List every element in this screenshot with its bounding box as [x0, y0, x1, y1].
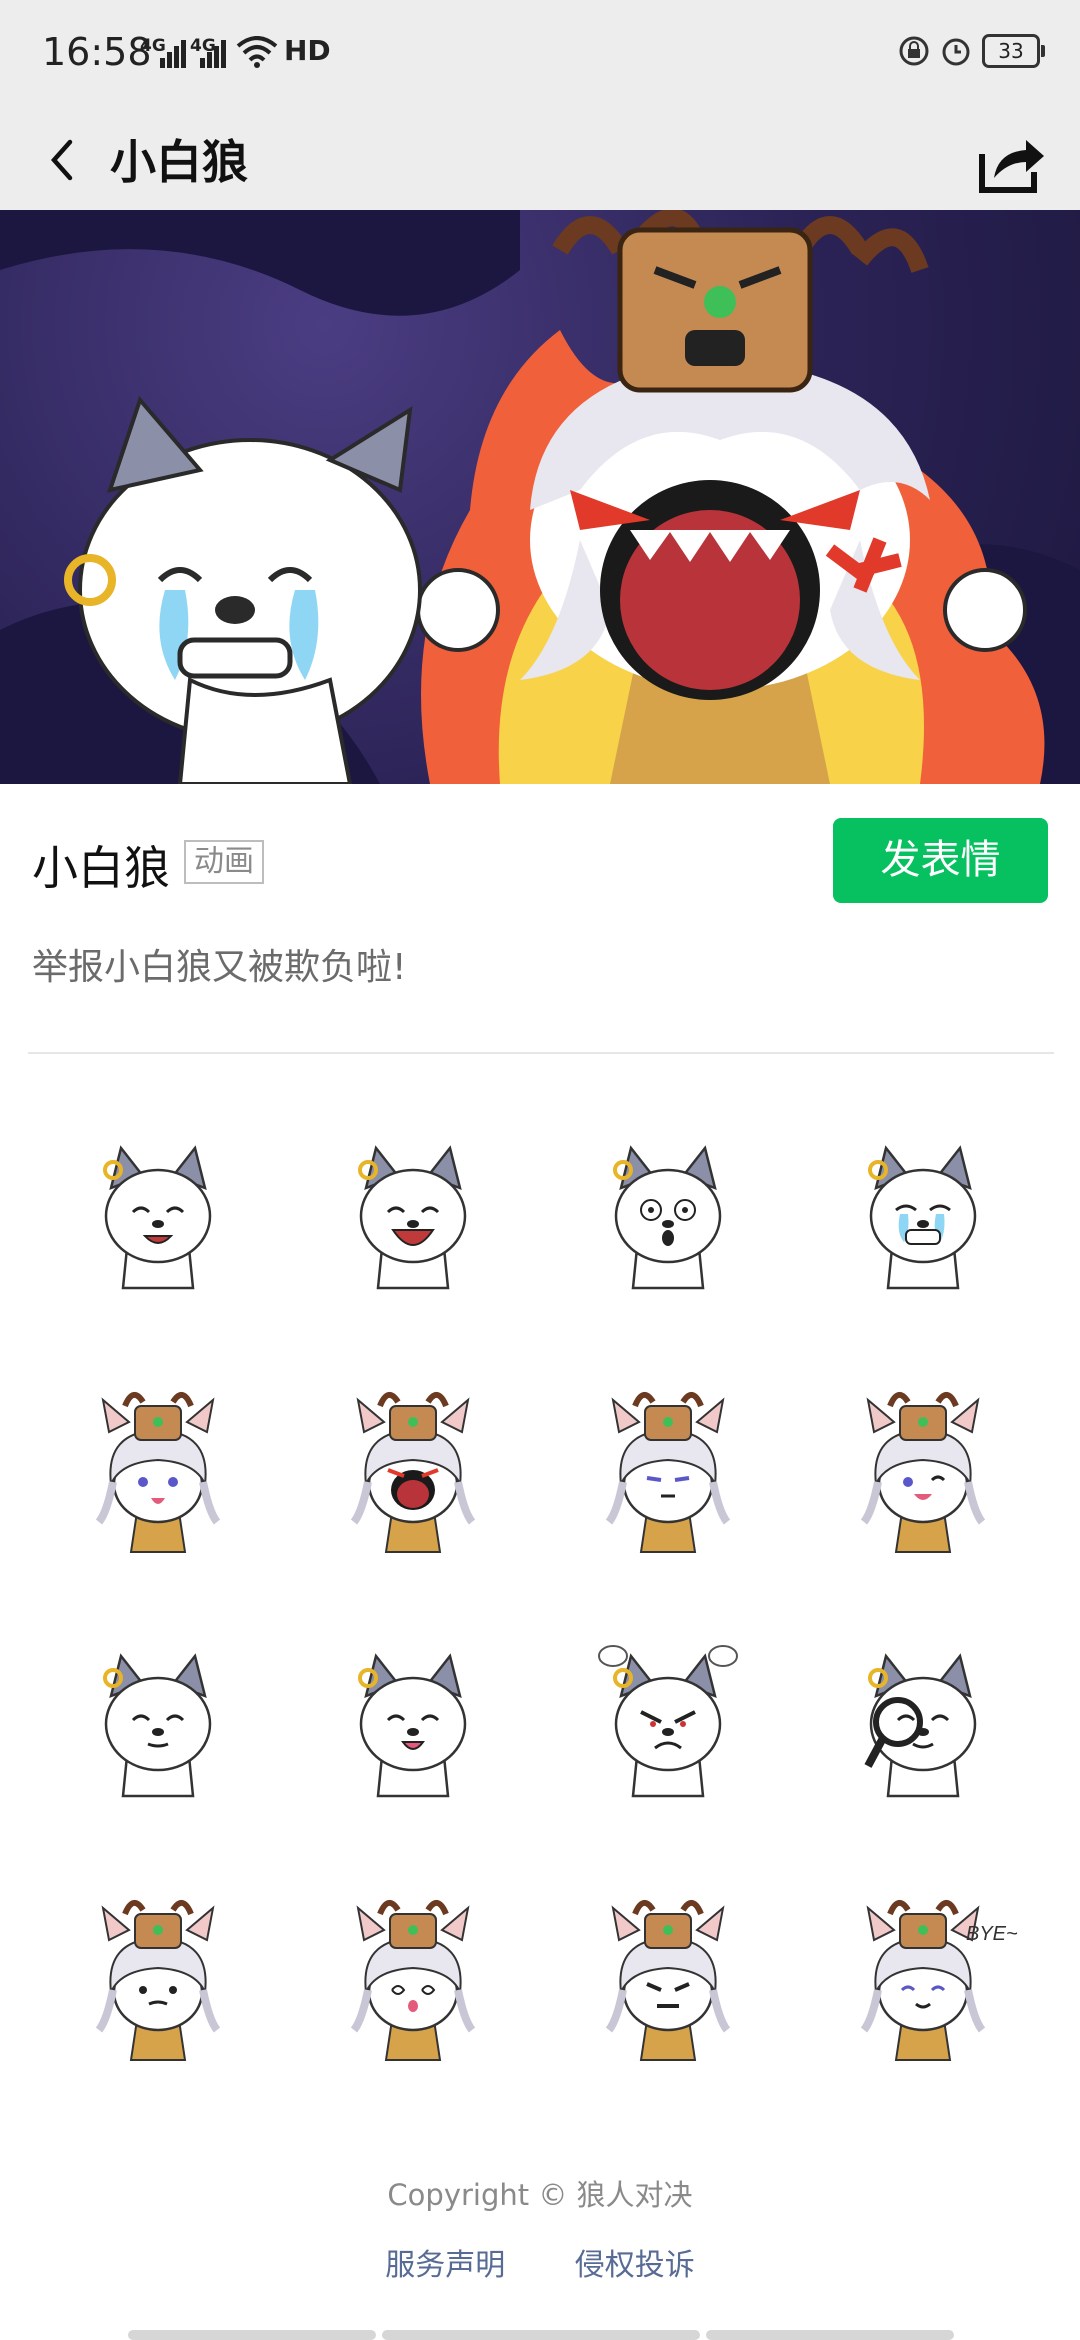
bottom-indicator-left	[128, 2330, 376, 2340]
service-statement-link[interactable]: 服务声明	[385, 2248, 505, 2283]
sticker-image	[357, 1653, 466, 1798]
sticker-angry-roar[interactable]	[285, 1340, 540, 1594]
sticker-image	[867, 1145, 976, 1290]
sticker-image	[102, 1145, 211, 1290]
status-time: 16:58	[42, 30, 152, 74]
alarm-icon	[942, 38, 970, 66]
sticker-shock[interactable]	[540, 1086, 795, 1340]
sticker-peace[interactable]	[285, 1594, 540, 1848]
nav-bar: 小白狼	[0, 110, 1080, 210]
sticker-image	[95, 1900, 220, 2061]
sticker-dizzy[interactable]	[285, 1848, 540, 2102]
sticker-image	[860, 1392, 985, 1553]
bottom-indicator-right	[706, 2330, 954, 2340]
sticker-image	[612, 1145, 721, 1290]
infringement-complaint-link[interactable]: 侵权投诉	[575, 2248, 695, 2283]
bottom-indicator-center	[382, 2330, 700, 2340]
sticker-happy[interactable]	[795, 1340, 1050, 1594]
footer-links: 服务声明 侵权投诉	[0, 2240, 1080, 2284]
copyright-text: Copyright © 狼人对决	[387, 2178, 693, 2212]
sticker-image	[597, 1645, 738, 1798]
hd-indicator: HD	[284, 34, 331, 67]
sticker-cry[interactable]	[795, 1086, 1050, 1340]
sticker-annoyed[interactable]	[540, 1340, 795, 1594]
sticker-image	[605, 1900, 730, 2061]
signal-bars-icon	[160, 40, 186, 68]
sticker-banner	[0, 210, 1080, 784]
sticker-grid: BYE~	[30, 1086, 1050, 2102]
signal-bars-icon-2	[200, 40, 226, 68]
sticker-image	[102, 1653, 211, 1798]
sticker-tongue[interactable]	[30, 1340, 285, 1594]
sticker-confused[interactable]	[30, 1848, 285, 2102]
sticker-wink[interactable]	[30, 1086, 285, 1340]
pack-title: 小白狼	[32, 841, 170, 895]
sticker-grumpy[interactable]	[540, 1848, 795, 2102]
send-sticker-button[interactable]: 发表情	[833, 818, 1048, 903]
sticker-image	[95, 1392, 220, 1553]
sticker-image	[357, 1145, 466, 1290]
nav-title: 小白狼	[110, 135, 248, 189]
divider	[28, 1052, 1054, 1054]
sticker-image: BYE~	[860, 1900, 1018, 2061]
wifi-icon	[236, 36, 278, 68]
sticker-image	[863, 1653, 976, 1798]
sticker-image	[605, 1392, 730, 1553]
pack-type-tag: 动画	[184, 840, 264, 884]
share-button[interactable]	[968, 120, 1052, 204]
sticker-image	[350, 1900, 475, 2061]
sticker-bye[interactable]: BYE~	[795, 1848, 1050, 2102]
sticker-think[interactable]	[30, 1594, 285, 1848]
status-bar: 16:58 4G 4G HD 33	[0, 0, 1080, 110]
sticker-magnify[interactable]	[795, 1594, 1050, 1848]
svg-text:BYE~: BYE~	[966, 1923, 1018, 1945]
battery-indicator: 33	[982, 34, 1045, 68]
lock-rotation-icon	[899, 36, 929, 66]
sticker-laugh[interactable]	[285, 1086, 540, 1340]
banner-illustration	[0, 210, 1080, 784]
back-button[interactable]	[34, 130, 94, 190]
pack-description: 举报小白狼又被欺负啦!	[32, 947, 407, 988]
sticker-furious[interactable]	[540, 1594, 795, 1848]
sticker-image	[350, 1392, 475, 1553]
